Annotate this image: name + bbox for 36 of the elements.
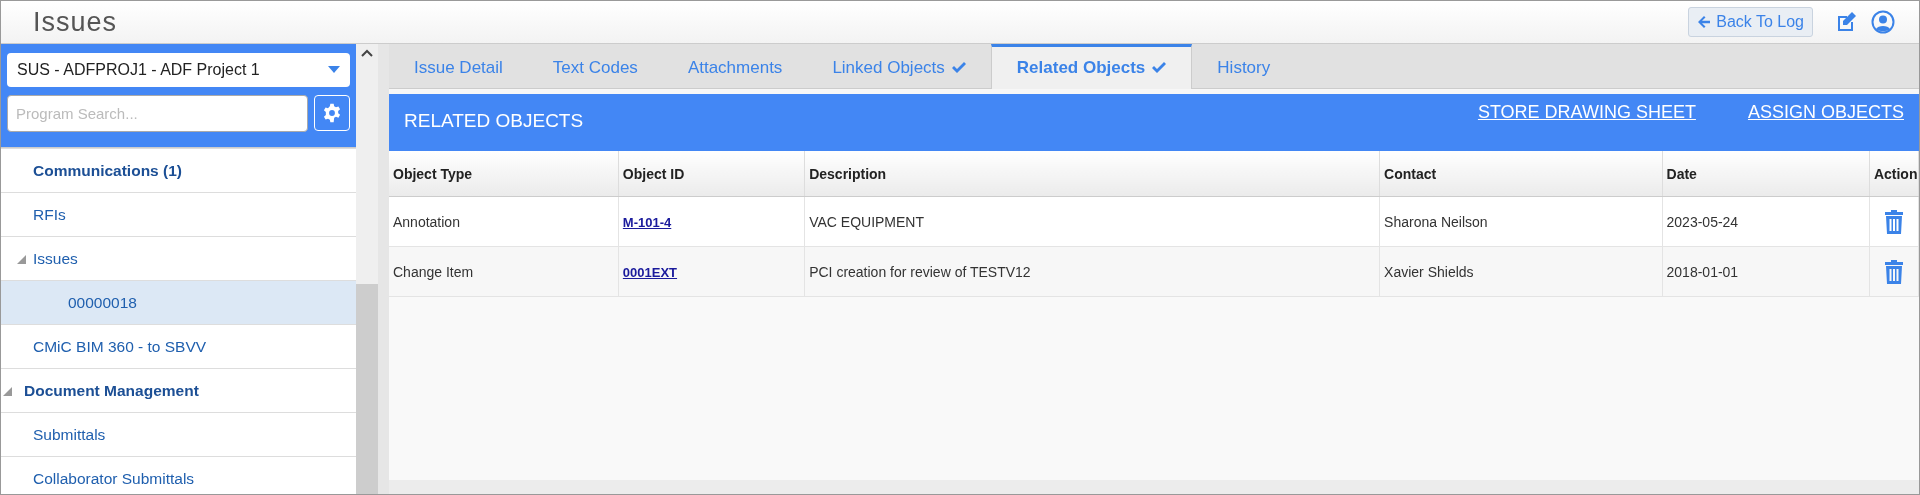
action-link[interactable]: ASSIGN OBJECTS: [1747, 102, 1904, 123]
search-field[interactable]: Program Search...: [7, 95, 308, 132]
table-cell: Sharona Neilson: [1379, 196, 1663, 247]
edit-icon[interactable]: [1835, 11, 1857, 33]
column-header: Description: [804, 151, 1380, 197]
object-id-link[interactable]: M-101-4: [622, 214, 672, 230]
delete-icon[interactable]: [1883, 209, 1904, 234]
table-cell: PCI creation for review of TESTV12: [804, 246, 1380, 297]
table-cell: Xavier Shields: [1379, 246, 1663, 297]
tab[interactable]: Related Objects: [990, 44, 1193, 89]
settings-button[interactable]: [314, 95, 350, 131]
project-dropdown[interactable]: SUS - ADFPROJ1 - ADF Project 1: [7, 53, 350, 87]
delete-icon[interactable]: [1883, 259, 1904, 284]
checkmark-icon: [950, 61, 966, 74]
column-header: Contact: [1379, 151, 1663, 197]
dropdown-caret-icon: [328, 66, 340, 74]
column-header: Object ID: [618, 151, 805, 197]
scrollbar-thumb[interactable]: [356, 284, 378, 494]
table-cell: 2018-01-01: [1662, 246, 1870, 297]
tree-item[interactable]: 00000018: [1, 281, 356, 325]
table-cell: 2023-05-24: [1662, 196, 1870, 247]
user-icon[interactable]: [1871, 10, 1895, 34]
arrow-left-icon: [1697, 15, 1712, 29]
column-header: Action: [1869, 151, 1919, 197]
table-cell: VAC EQUIPMENT: [804, 196, 1380, 247]
section-title: RELATED OBJECTS: [404, 110, 585, 132]
object-id-link[interactable]: 0001EXT: [622, 264, 678, 280]
column-header: Date: [1662, 151, 1870, 197]
table-cell: Annotation: [389, 196, 619, 247]
action-link[interactable]: STORE DRAWING SHEET: [1477, 102, 1696, 123]
checkmark-icon: [1151, 62, 1167, 74]
page-title: Issues: [33, 6, 119, 38]
gear-icon: [322, 103, 342, 123]
table-cell: Change Item: [389, 246, 619, 297]
scroll-up-icon[interactable]: [361, 49, 373, 57]
column-header: Object Type: [389, 151, 619, 197]
